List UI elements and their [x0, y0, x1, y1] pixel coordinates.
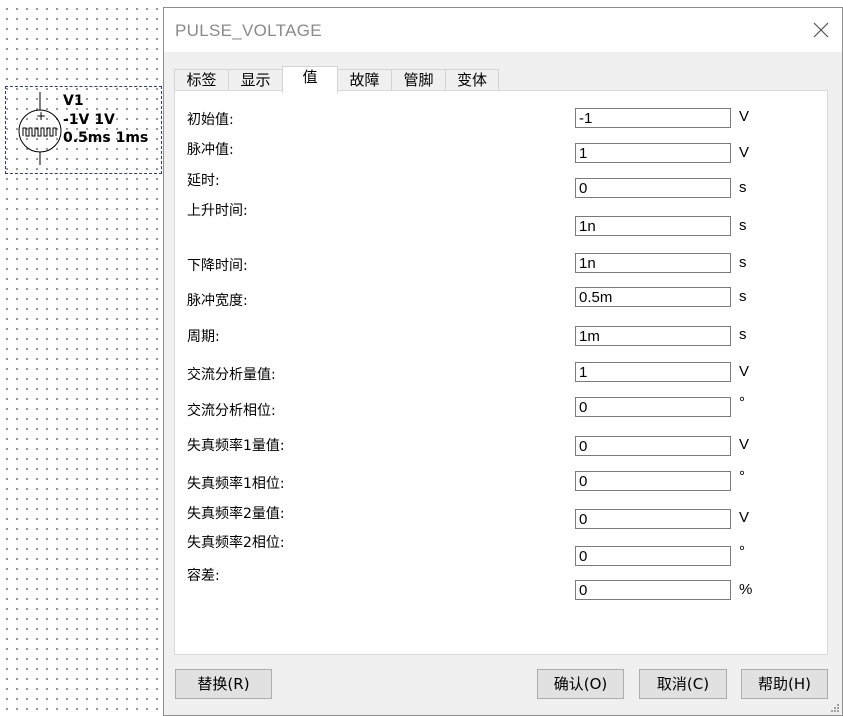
- param-unit: s: [739, 179, 747, 196]
- param-label-distortion-freq1-magnitude: 失真频率1量值:: [187, 438, 285, 454]
- param-unit: s: [739, 254, 747, 271]
- param-unit: s: [739, 288, 747, 305]
- initial-value-input[interactable]: [575, 108, 731, 128]
- param-label-pulse-width: 脉冲宽度:: [187, 293, 248, 309]
- component-timing: 0.5ms 1ms: [63, 130, 149, 146]
- param-unit: %: [739, 581, 753, 598]
- cancel-button[interactable]: 取消(C): [639, 669, 727, 699]
- close-icon: [813, 22, 829, 38]
- tab-label[interactable]: 标签: [174, 69, 229, 91]
- param-label-pulse-value: 脉冲值:: [187, 142, 234, 158]
- param-unit: V: [739, 108, 750, 125]
- param-unit: s: [739, 217, 747, 234]
- param-label-rise-time: 上升时间:: [187, 203, 248, 219]
- fall-time-input[interactable]: [575, 253, 731, 273]
- param-unit: V: [739, 436, 750, 453]
- param-label-distortion-freq2-phase: 失真频率2相位:: [187, 535, 285, 551]
- param-label-delay: 延时:: [187, 173, 220, 189]
- pulse-voltage-dialog: PULSE_VOLTAGE 标签 显示 值 故障 管脚 变体 初始值: V 脉冲…: [163, 7, 843, 716]
- rise-time-input[interactable]: [575, 216, 731, 236]
- param-label-distortion-freq1-phase: 失真频率1相位:: [187, 476, 285, 492]
- ok-button[interactable]: 确认(O): [537, 669, 624, 699]
- delay-input[interactable]: [575, 178, 731, 198]
- tab-variant[interactable]: 变体: [445, 69, 499, 91]
- param-unit: °: [739, 468, 745, 485]
- tolerance-input[interactable]: [575, 580, 731, 600]
- param-unit: °: [739, 394, 745, 411]
- pulse-voltage-component[interactable]: + V1 -1V 1V 0.5ms 1ms: [5, 86, 162, 174]
- dialog-titlebar: PULSE_VOLTAGE: [164, 8, 842, 52]
- distortion-freq1-phase-input[interactable]: [575, 471, 731, 491]
- component-amplitude: -1V 1V: [63, 112, 115, 128]
- ac-magnitude-input[interactable]: [575, 362, 731, 382]
- param-unit: s: [739, 326, 747, 343]
- distortion-freq2-phase-input[interactable]: [575, 546, 731, 566]
- param-label-fall-time: 下降时间:: [187, 258, 248, 274]
- param-label-period: 周期:: [187, 329, 220, 345]
- tab-value[interactable]: 值: [282, 66, 338, 93]
- pulse-width-input[interactable]: [575, 287, 731, 307]
- param-label-ac-magnitude: 交流分析量值:: [187, 367, 276, 383]
- param-label-initial-value: 初始值:: [187, 112, 234, 128]
- resize-grip-icon[interactable]: [830, 703, 840, 713]
- param-unit: °: [739, 543, 745, 560]
- tab-display[interactable]: 显示: [228, 69, 283, 91]
- param-unit: V: [739, 363, 750, 380]
- distortion-freq1-magnitude-input[interactable]: [575, 436, 731, 456]
- help-button[interactable]: 帮助(H): [741, 669, 828, 699]
- param-label-distortion-freq2-magnitude: 失真频率2量值:: [187, 506, 285, 522]
- param-unit: V: [739, 509, 750, 526]
- period-input[interactable]: [575, 326, 731, 346]
- param-unit: V: [739, 144, 750, 161]
- component-name: V1: [63, 93, 84, 109]
- replace-button[interactable]: 替换(R): [175, 669, 272, 699]
- distortion-freq2-magnitude-input[interactable]: [575, 509, 731, 529]
- param-label-ac-phase: 交流分析相位:: [187, 403, 276, 419]
- value-tab-panel: 初始值: V 脉冲值: V 延时: s 上升时间: s 下降时间: s 脉冲宽度…: [174, 90, 828, 655]
- dialog-title: PULSE_VOLTAGE: [175, 21, 322, 40]
- close-button[interactable]: [806, 16, 836, 44]
- tab-fault[interactable]: 故障: [337, 69, 392, 91]
- tab-pins[interactable]: 管脚: [391, 69, 446, 91]
- pulse-value-input[interactable]: [575, 143, 731, 163]
- svg-text:+: +: [36, 109, 46, 123]
- ac-phase-input[interactable]: [575, 397, 731, 417]
- param-label-tolerance: 容差:: [187, 568, 220, 584]
